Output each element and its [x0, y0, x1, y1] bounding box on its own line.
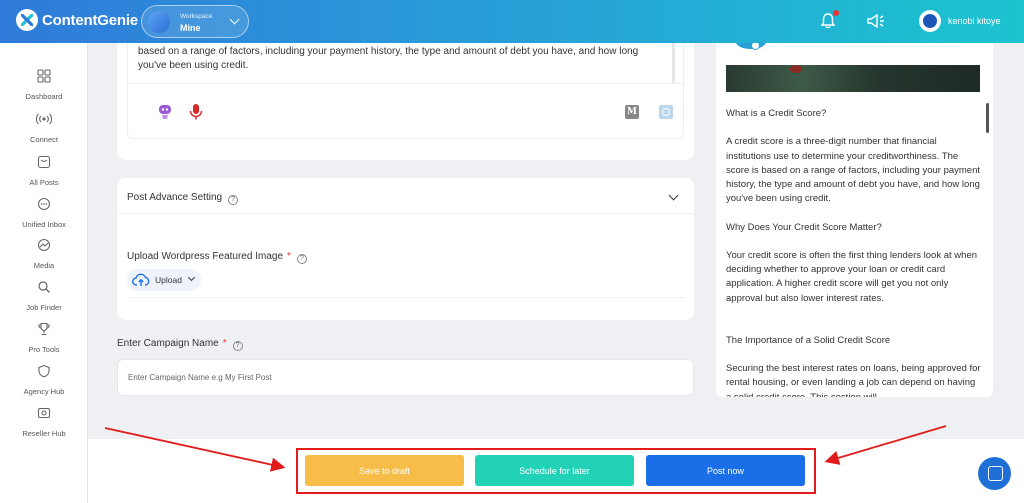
- annotation-arrow-right: [824, 425, 947, 465]
- annotation-arrow-left: [104, 427, 286, 472]
- chat-support-icon[interactable]: [978, 457, 1011, 490]
- annotation-arrows: [104, 425, 947, 472]
